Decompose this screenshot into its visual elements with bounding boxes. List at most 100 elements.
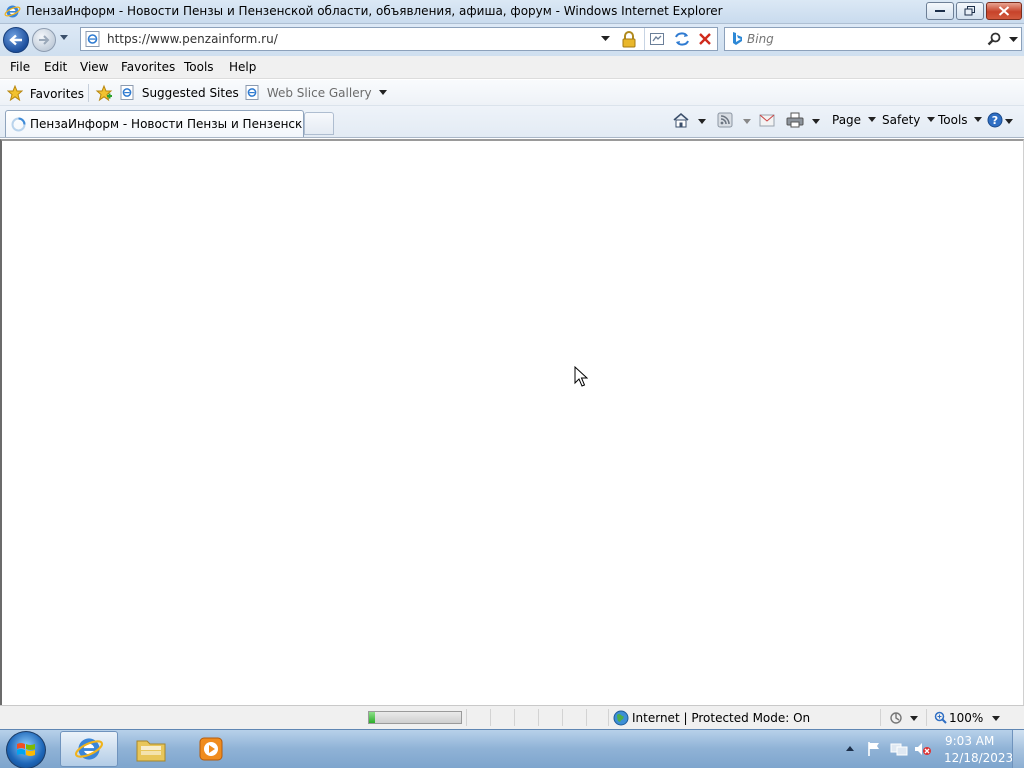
menu-help[interactable]: Help (229, 60, 256, 74)
url-history-dropdown-icon[interactable] (601, 36, 610, 42)
internet-explorer-page-icon (85, 31, 100, 47)
favorites-label: Favorites (29, 87, 85, 101)
taskbar-windows-explorer[interactable] (122, 731, 180, 767)
page-content[interactable] (0, 139, 1024, 705)
taskbar-media-player[interactable] (182, 731, 240, 767)
separator (538, 709, 539, 726)
recent-pages-dropdown-icon[interactable] (59, 34, 69, 42)
page-load-progress-bar (368, 711, 462, 724)
refresh-icon[interactable] (673, 31, 691, 47)
tools-menu[interactable]: Tools (938, 113, 983, 127)
popup-blocker-icon[interactable] (888, 711, 904, 725)
address-bar[interactable]: https://www.penzainform.ru/ (80, 27, 718, 51)
chevron-down-icon[interactable] (743, 119, 751, 124)
chevron-down-icon[interactable] (910, 716, 918, 721)
separator (644, 28, 645, 50)
lock-icon[interactable] (621, 31, 637, 48)
tab-penzainform[interactable]: ПензаИнформ - Новости Пензы и Пензенской… (5, 110, 304, 137)
safety-menu[interactable]: Safety (882, 113, 936, 127)
restore-icon (964, 6, 975, 16)
chevron-down-icon (867, 117, 876, 122)
globe-icon (613, 710, 629, 726)
clock-date[interactable]: 12/18/2023 (944, 751, 1013, 765)
loading-icon (11, 117, 26, 132)
close-icon (998, 6, 1010, 16)
security-zone-text[interactable]: Internet | Protected Mode: On (632, 711, 810, 725)
page-menu[interactable]: Page (832, 113, 876, 127)
volume-muted-icon[interactable] (914, 741, 932, 757)
favorites-button[interactable]: Favorites (6, 84, 85, 102)
restore-button[interactable] (956, 2, 984, 20)
compatibility-view-icon[interactable] (649, 31, 665, 47)
help-icon[interactable]: ? (987, 112, 1003, 128)
network-icon[interactable] (890, 741, 908, 757)
show-desktop-button[interactable] (1012, 730, 1024, 768)
stop-icon[interactable] (698, 32, 712, 46)
internet-explorer-page-icon (120, 85, 134, 100)
tools-menu-label: Tools (938, 113, 968, 127)
favorites-bar: Favorites Suggested Sites Web Slice Gall… (0, 80, 1024, 106)
chevron-down-icon (379, 90, 388, 95)
chevron-down-icon (974, 117, 983, 122)
web-slice-gallery-link[interactable]: Web Slice Gallery (245, 85, 388, 100)
web-slice-gallery-label: Web Slice Gallery (266, 86, 372, 100)
page-menu-label: Page (832, 113, 862, 127)
search-input[interactable] (747, 30, 977, 48)
new-tab-button[interactable] (304, 112, 334, 135)
windows-logo-icon (17, 743, 35, 756)
separator (514, 709, 515, 726)
media-player-icon (199, 737, 223, 761)
forward-button[interactable] (32, 28, 56, 52)
internet-explorer-page-icon (245, 85, 259, 100)
chevron-down-icon[interactable] (812, 119, 820, 124)
tab-row: ПензаИнформ - Новости Пензы и Пензенской… (0, 106, 1024, 138)
close-window-button[interactable] (986, 2, 1022, 20)
separator (466, 709, 467, 726)
mail-icon[interactable] (759, 114, 775, 127)
chevron-down-icon[interactable] (1005, 119, 1013, 124)
menu-tools[interactable]: Tools (184, 60, 214, 74)
menu-favorites[interactable]: Favorites (121, 60, 175, 74)
zoom-icon[interactable] (934, 711, 947, 724)
clock-time[interactable]: 9:03 AM (945, 734, 994, 748)
printer-icon[interactable] (786, 112, 804, 128)
start-button[interactable] (6, 731, 46, 768)
folder-icon (136, 740, 166, 762)
search-options-dropdown-icon[interactable] (1009, 37, 1018, 43)
suggested-sites-link[interactable]: Suggested Sites (120, 85, 255, 100)
separator (562, 709, 563, 726)
safety-menu-label: Safety (882, 113, 921, 127)
internet-explorer-icon (4, 5, 21, 18)
home-icon[interactable] (672, 112, 690, 128)
action-center-flag-icon[interactable] (866, 741, 882, 757)
tab-title: ПензаИнформ - Новости Пензы и Пензенской… (30, 117, 302, 131)
back-button[interactable] (3, 27, 29, 53)
menu-file[interactable]: File (10, 60, 30, 74)
url-text[interactable]: https://www.penzainform.ru/ (107, 32, 278, 46)
menu-edit[interactable]: Edit (44, 60, 67, 74)
rss-icon[interactable] (717, 112, 733, 128)
chevron-down-icon[interactable] (992, 716, 1000, 721)
window-title: ПензаИнформ - Новости Пензы и Пензенской… (26, 4, 723, 18)
status-bar: Internet | Protected Mode: On 100% (0, 705, 1024, 729)
title-bar: ПензаИнформ - Новости Пензы и Пензенской… (0, 0, 1024, 24)
taskbar-internet-explorer[interactable] (60, 731, 118, 767)
magnifier-icon[interactable] (987, 32, 1001, 46)
separator (880, 709, 881, 726)
minimize-button[interactable] (926, 2, 954, 20)
add-to-favorites-bar-icon[interactable] (95, 84, 113, 102)
menu-view[interactable]: View (80, 60, 108, 74)
zoom-level[interactable]: 100% (949, 711, 983, 725)
menu-bar: File Edit View Favorites Tools Help (0, 56, 1024, 79)
star-icon (6, 84, 24, 102)
separator (926, 709, 927, 726)
search-box[interactable] (724, 27, 1022, 51)
show-hidden-icons-icon[interactable] (845, 744, 855, 752)
separator (490, 709, 491, 726)
chevron-down-icon (927, 117, 936, 122)
internet-explorer-icon (74, 738, 104, 760)
chevron-down-icon[interactable] (698, 119, 706, 124)
progress-fill (369, 712, 375, 723)
separator (88, 84, 89, 102)
separator (608, 709, 609, 726)
